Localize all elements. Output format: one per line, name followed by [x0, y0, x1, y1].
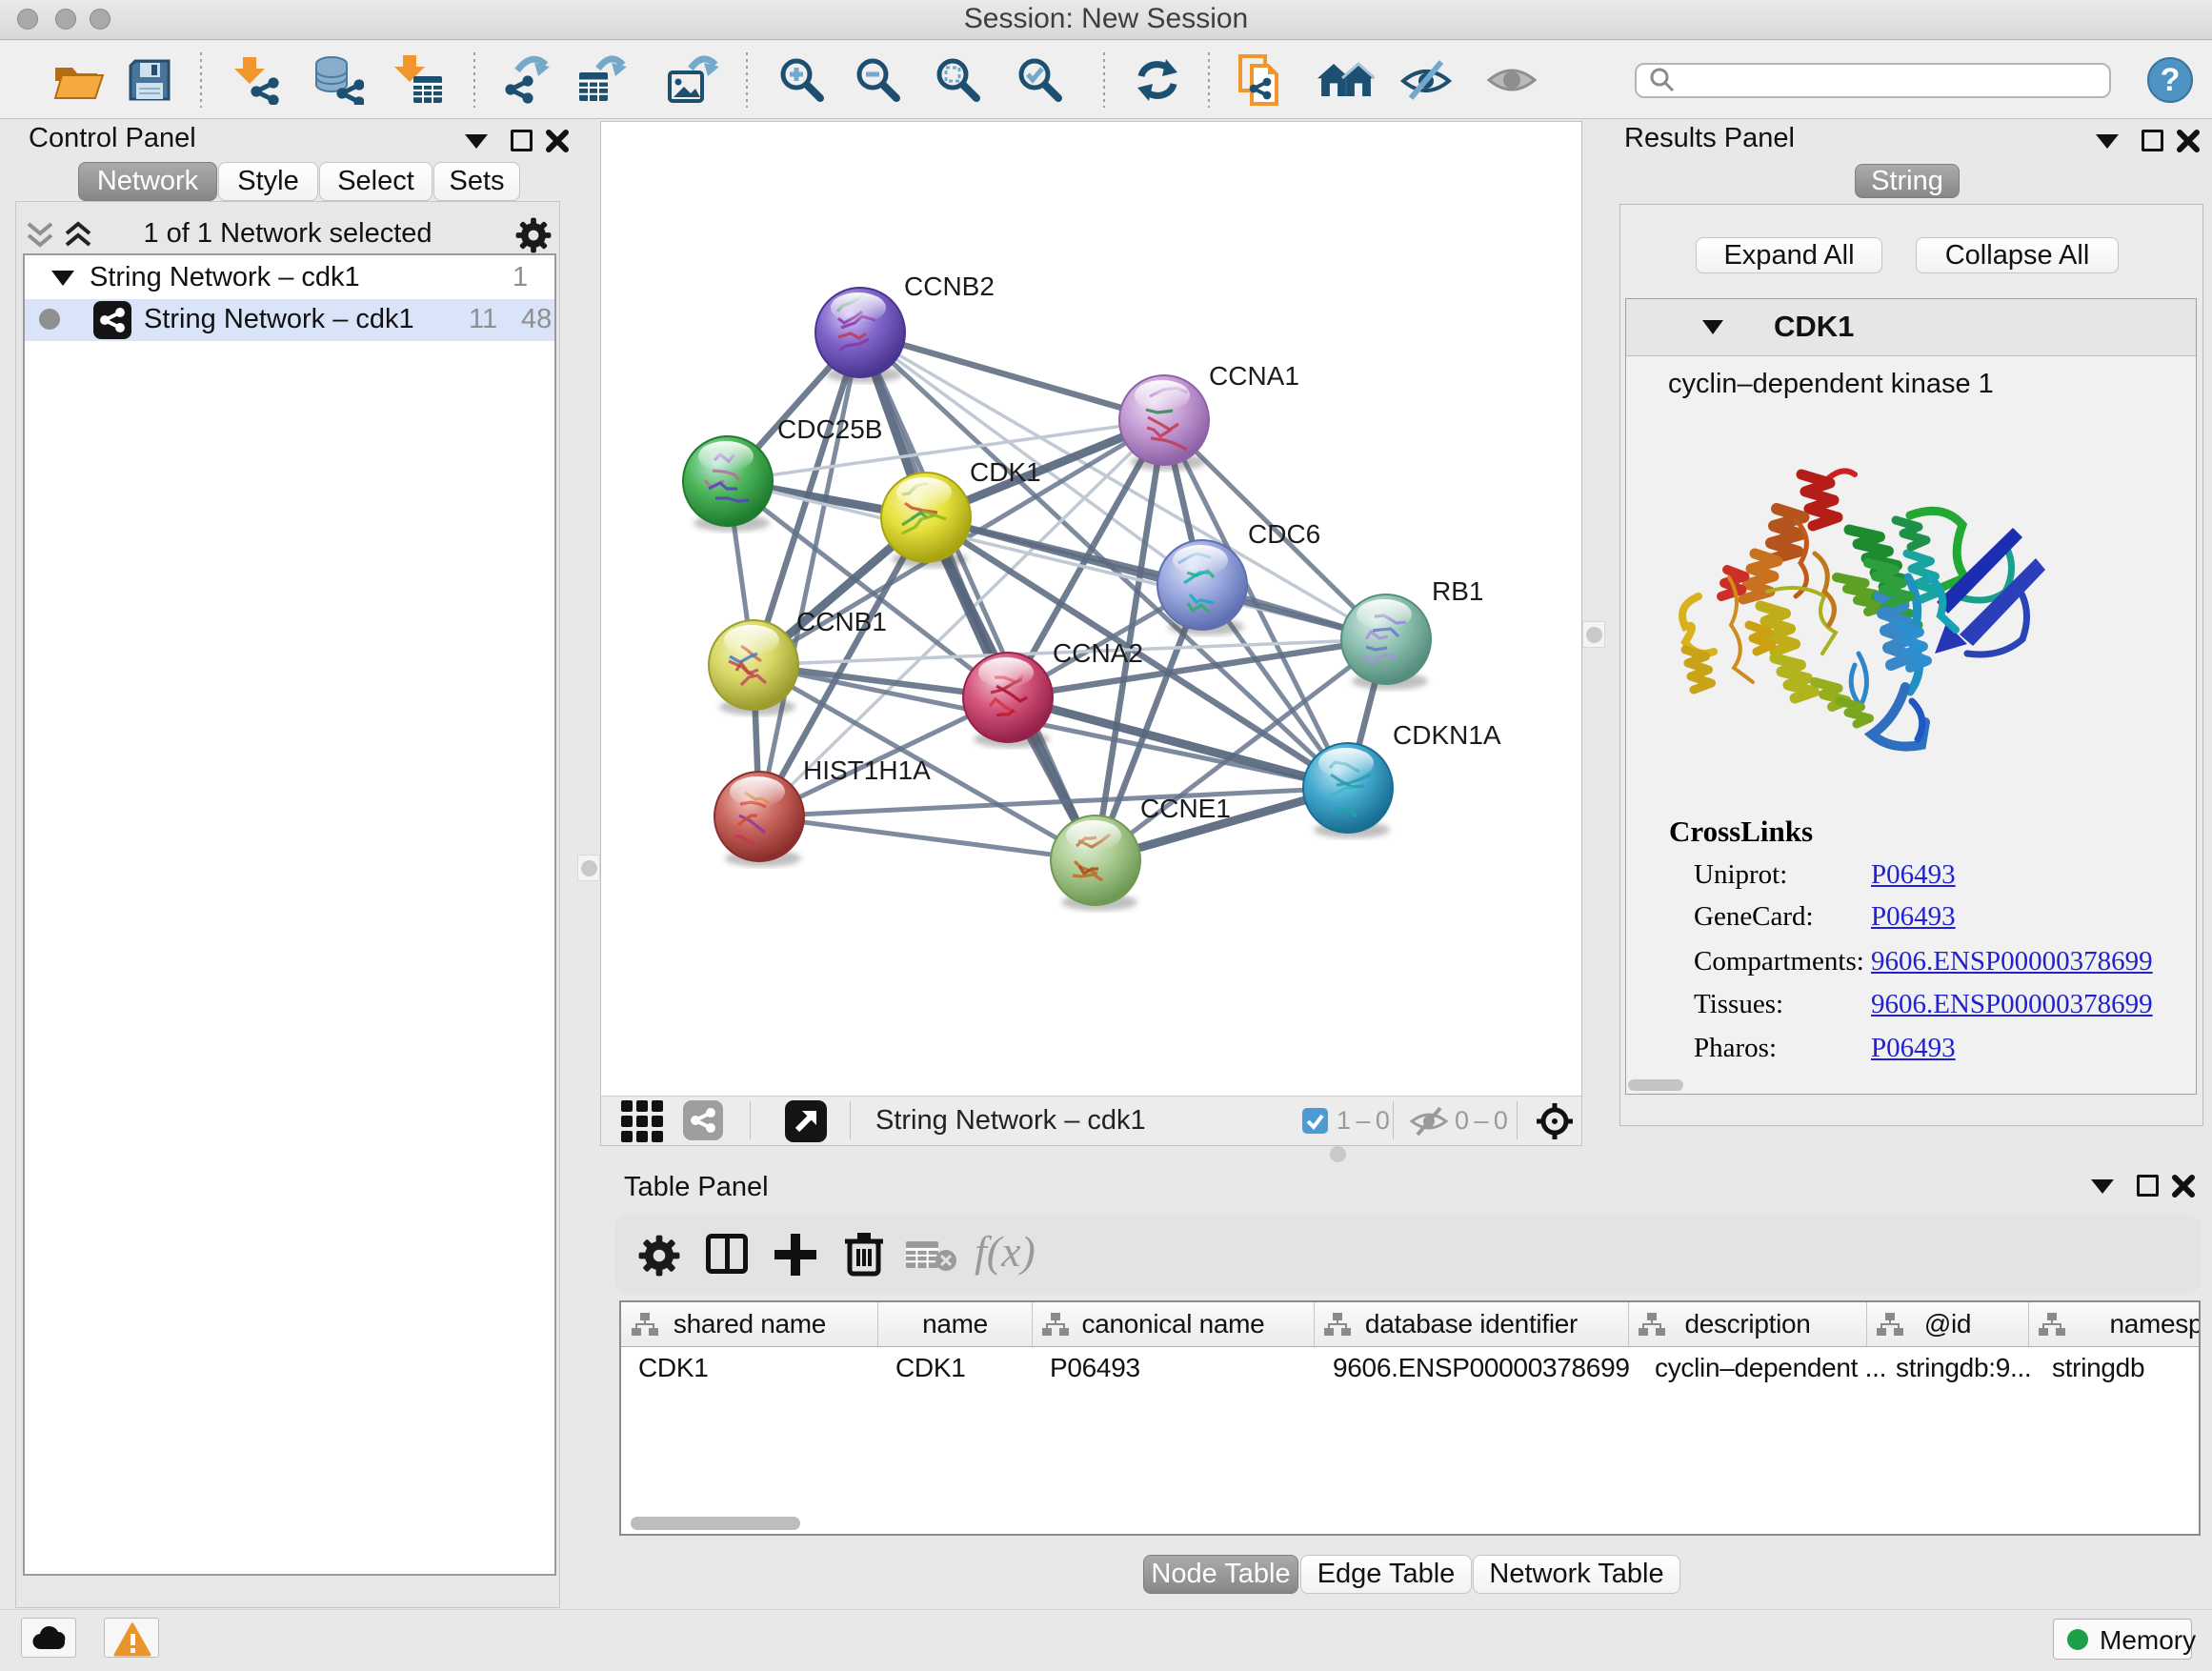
svg-text:CCNE1: CCNE1 [1140, 794, 1231, 823]
svg-text:CDK1: CDK1 [970, 457, 1041, 487]
svg-text:CDC6: CDC6 [1248, 519, 1320, 549]
svg-text:CCNA1: CCNA1 [1209, 361, 1299, 391]
svg-text:RB1: RB1 [1432, 576, 1483, 606]
svg-text:HIST1H1A: HIST1H1A [803, 755, 931, 785]
svg-text:CDKN1A: CDKN1A [1393, 720, 1501, 750]
svg-text:CDC25B: CDC25B [777, 414, 882, 444]
svg-text:CCNB2: CCNB2 [904, 272, 995, 301]
svg-text:CCNB1: CCNB1 [796, 607, 887, 636]
svg-text:CCNA2: CCNA2 [1053, 638, 1143, 668]
svg-text:?: ? [2161, 62, 2181, 98]
